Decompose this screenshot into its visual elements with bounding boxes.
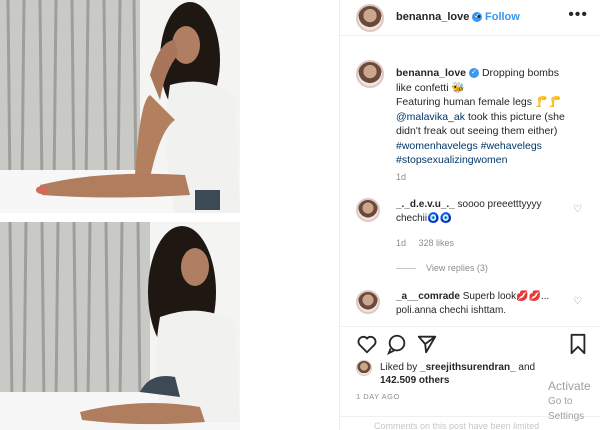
view-replies-button[interactable]: View replies (3)	[396, 263, 488, 273]
like-heart-icon[interactable]	[356, 333, 378, 355]
commenter-username[interactable]: _._d.e.v.u_._	[396, 199, 455, 210]
caption-hashtags[interactable]: #womenhavelegs #wehavelegs #stopsexualiz…	[396, 140, 542, 167]
watermark-subtitle: Go to Settings	[548, 396, 585, 422]
comment-body: _._d.e.v.u_._ soooo preeetttyyyy chechii…	[396, 198, 566, 226]
post-date: 1 DAY AGO	[356, 392, 400, 401]
comment-bubble-icon[interactable]	[386, 333, 408, 355]
watermark-title: Activate	[548, 379, 591, 393]
caption-timestamp: 1d	[396, 172, 407, 182]
likes-others-count[interactable]: 142.509 others	[380, 375, 450, 386]
caption-text: benanna_love ✓ Dropping bombs like confet…	[396, 66, 576, 168]
windows-activation-watermark: Activate Go to Settings	[548, 379, 600, 424]
view-replies-label[interactable]: View replies (3)	[426, 263, 488, 273]
commenter-username[interactable]: _a__comrade	[396, 291, 460, 302]
commenter-avatar[interactable]	[356, 290, 380, 314]
caption-avatar[interactable]	[356, 60, 384, 88]
panel-divider	[339, 0, 340, 430]
header-separator: •	[477, 11, 481, 23]
post-header: benanna_love ✓ • Follow •••	[340, 0, 600, 36]
caption-line-2: Featuring human female legs 🦵🦵	[396, 96, 562, 108]
comment-likes-count[interactable]: 328 likes	[419, 238, 455, 248]
author-username[interactable]: benanna_love ✓	[396, 11, 483, 23]
liked-by-user[interactable]: _sreejithsurendran_	[420, 362, 516, 373]
author-avatar[interactable]	[356, 4, 384, 32]
share-paper-plane-icon[interactable]	[416, 333, 438, 355]
comment-item: _a__comrade Superb look💋💋... poli.anna c…	[356, 290, 586, 330]
likes-text: Liked by _sreejithsurendran_ and 142.509…	[380, 361, 535, 387]
liked-by-prefix: Liked by	[380, 362, 418, 373]
more-options-icon[interactable]: •••	[568, 6, 588, 24]
photo-1-illustration	[0, 0, 240, 213]
replies-line	[396, 268, 416, 270]
comment-meta: 1d 328 likes	[396, 238, 454, 248]
follow-button[interactable]: Follow	[485, 11, 520, 23]
author-username-text[interactable]: benanna_love	[396, 11, 469, 23]
caption-username[interactable]: benanna_love	[396, 67, 466, 79]
post-photo-2[interactable]	[0, 222, 240, 430]
liked-by-and: and	[518, 362, 536, 373]
comment-like-heart-icon[interactable]: ♡	[573, 296, 582, 307]
comment-body: _a__comrade Superb look💋💋... poli.anna c…	[396, 290, 566, 318]
liker-avatar[interactable]	[356, 360, 372, 376]
post-actions-bar	[340, 326, 600, 362]
comments-limited-notice: Comments on this post have been limited	[374, 421, 540, 430]
photo-2-illustration	[0, 222, 240, 430]
caption-verified-badge-icon: ✓	[469, 68, 480, 79]
comment-like-heart-icon[interactable]: ♡	[573, 204, 582, 215]
comment-time: 1d	[396, 238, 407, 248]
post-media	[0, 0, 240, 430]
commenter-avatar[interactable]	[356, 198, 380, 222]
post-panel: benanna_love ✓ • Follow ••• benanna_love ✓…	[339, 0, 600, 430]
save-bookmark-icon[interactable]	[568, 333, 588, 355]
comment-item: _._d.e.v.u_._ soooo preeetttyyyy chechii…	[356, 198, 586, 258]
post-photo-1[interactable]	[0, 0, 240, 213]
caption-mention-link[interactable]: @malavika_ak	[396, 111, 465, 123]
